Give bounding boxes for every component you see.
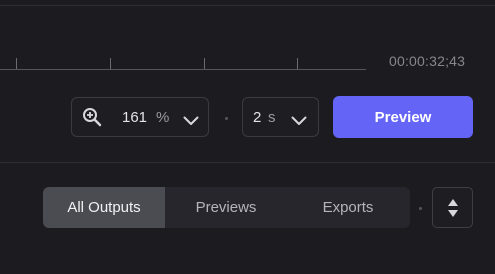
ruler-tick — [204, 58, 205, 69]
zoom-select[interactable]: 161 % — [71, 97, 209, 137]
section-divider — [0, 162, 495, 163]
ruler-tick — [110, 58, 111, 69]
ruler-baseline — [0, 69, 366, 70]
tab-previews[interactable]: Previews — [165, 187, 287, 228]
preview-button[interactable]: Preview — [333, 96, 473, 138]
outputs-tab-group: All Outputs Previews Exports — [43, 187, 410, 228]
duration-unit: s — [268, 109, 276, 126]
zoom-value: 161 — [122, 109, 148, 126]
tab-exports[interactable]: Exports — [287, 187, 409, 228]
separator-dot — [419, 207, 422, 210]
zoom-in-icon — [82, 107, 102, 127]
duration-value: 2 — [253, 109, 262, 126]
timeline-ruler[interactable] — [0, 56, 368, 71]
editor-panel: 00:00:32;43 161 % 2 s Preview All Output… — [0, 0, 495, 274]
tab-all-outputs[interactable]: All Outputs — [43, 187, 165, 228]
separator-dot — [225, 117, 228, 120]
top-divider — [0, 5, 495, 6]
ruler-tick — [16, 58, 17, 69]
chevron-down-icon — [291, 113, 307, 125]
sort-up-down-icon — [448, 199, 458, 217]
zoom-unit: % — [156, 109, 170, 126]
timecode-display: 00:00:32;43 — [389, 53, 466, 69]
chevron-down-icon — [183, 113, 199, 125]
duration-select[interactable]: 2 s — [242, 97, 319, 137]
ruler-tick — [297, 58, 298, 69]
sort-button[interactable] — [432, 187, 473, 228]
